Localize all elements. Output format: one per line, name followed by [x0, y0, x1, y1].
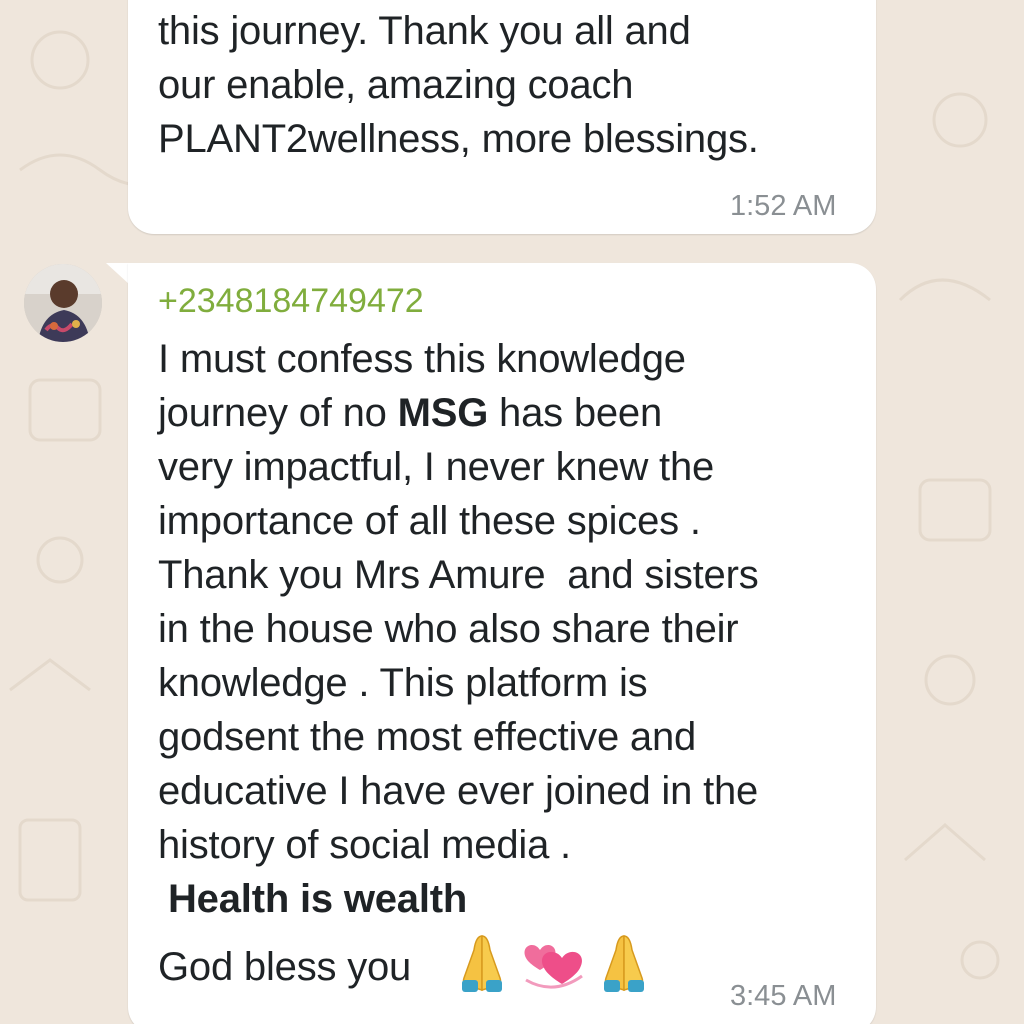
message-text-line: journey of no MSG has been [158, 386, 662, 440]
sender-avatar[interactable] [24, 264, 102, 342]
message-text-line: importance of all these spices . [158, 499, 701, 543]
message-text-line: God bless you [158, 945, 412, 989]
bubble-tail [106, 263, 130, 285]
emoji-row [452, 928, 652, 998]
message-text-line: Thank you Mrs Amure and sisters [158, 553, 759, 597]
message-text-line: I must confess this knowledge [158, 337, 686, 381]
message-text-line: knowledge . This platform is [158, 661, 648, 705]
message-text-line: in the house who also share their [158, 607, 739, 651]
message-timestamp: 1:52 AM [730, 190, 837, 222]
message-text-line: this journey. Thank you all and [158, 9, 691, 53]
folded-hands-emoji [604, 935, 644, 992]
folded-hands-emoji [462, 935, 502, 992]
message-text-line: educative I have ever joined in the [158, 769, 759, 813]
message-text-line: godsent the most effective and [158, 715, 697, 759]
avatar-photo [24, 264, 102, 342]
message-text-line: our enable, amazing coach [158, 63, 634, 107]
message-text-line: PLANT2wellness, more blessings. [158, 117, 759, 161]
message-text-line: history of social media . [158, 823, 571, 867]
text-segment: journey of no [158, 391, 398, 435]
text-segment: has been [488, 391, 663, 435]
revolving-hearts-emoji [524, 944, 583, 989]
message-text-line: very impactful, I never knew the [158, 445, 715, 489]
sender-phone-number[interactable]: +2348184749472 [158, 276, 424, 326]
message-bold-line: Health is wealth [168, 877, 468, 921]
bold-text-segment: MSG [397, 391, 489, 435]
message-timestamp: 3:45 AM [730, 980, 837, 1012]
